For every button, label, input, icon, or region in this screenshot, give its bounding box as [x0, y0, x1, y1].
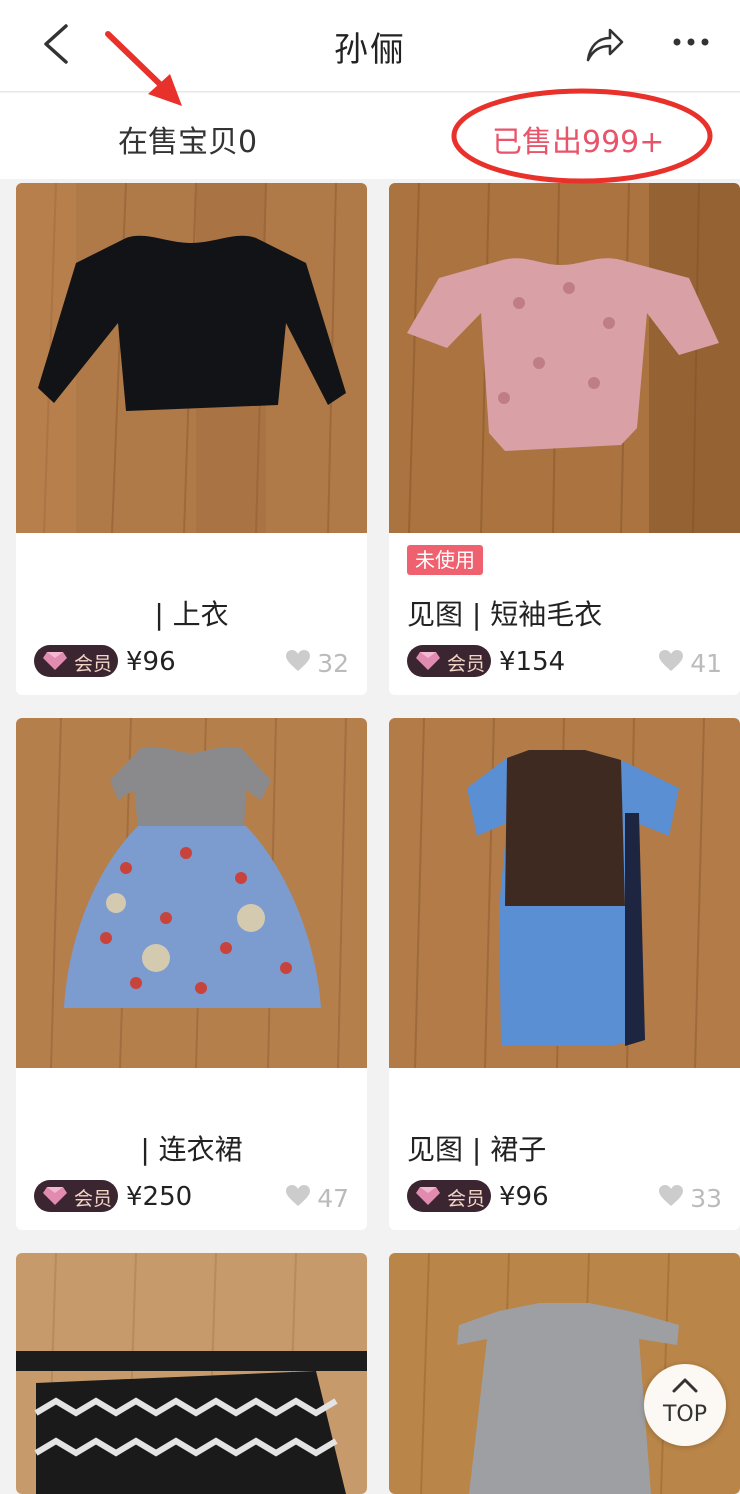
product-title: 见图 | 短袖毛衣 [407, 598, 603, 631]
back-to-top-button[interactable]: TOP [644, 1364, 726, 1446]
vip-label: 会员 [447, 1188, 486, 1210]
diamond-icon [416, 1187, 440, 1205]
unused-badge: 未使用 [407, 545, 483, 575]
product-image[interactable] [16, 1253, 367, 1494]
product-price: ¥96 [499, 1182, 549, 1212]
product-title: 见图 | 裙子 [407, 1133, 547, 1166]
product-card[interactable]: 未使用 见图 | 短袖毛衣 会员 ¥154 41 [389, 183, 740, 695]
product-card[interactable] [16, 1253, 367, 1494]
diamond-icon [43, 1187, 67, 1205]
heart-icon[interactable] [285, 649, 311, 673]
product-title: | 连衣裙 [140, 1133, 243, 1166]
vip-badge: 会员 [34, 645, 118, 677]
vip-badge: 会员 [34, 1180, 118, 1212]
vip-badge: 会员 [407, 1180, 491, 1212]
product-title: | 上衣 [154, 598, 229, 631]
diamond-icon [43, 652, 67, 670]
tab-sold[interactable]: 已售出999+ [492, 117, 664, 161]
product-price: ¥154 [499, 647, 566, 677]
product-card[interactable]: | 上衣 会员 ¥96 32 [16, 183, 367, 695]
vip-label: 会员 [447, 653, 486, 675]
more-icon[interactable] [668, 22, 714, 66]
product-card[interactable]: 见图 | 裙子 会员 ¥96 33 [389, 718, 740, 1230]
like-count: 33 [690, 1184, 722, 1213]
tab-on-sale[interactable]: 在售宝贝0 [118, 117, 257, 161]
chevron-up-icon [672, 1378, 698, 1393]
like-count: 41 [690, 649, 722, 678]
product-price: ¥250 [126, 1182, 193, 1212]
tab-bar: 在售宝贝0 已售出999+ [0, 93, 740, 179]
product-image[interactable] [16, 718, 367, 1068]
heart-icon[interactable] [658, 649, 684, 673]
product-image[interactable] [389, 183, 740, 533]
heart-icon[interactable] [285, 1184, 311, 1208]
page-title: 孙俪 [334, 30, 406, 70]
diamond-icon [416, 652, 440, 670]
back-to-top-label: TOP [662, 1402, 708, 1427]
vip-badge: 会员 [407, 645, 491, 677]
share-icon[interactable] [582, 22, 626, 66]
heart-icon[interactable] [658, 1184, 684, 1208]
product-image[interactable] [389, 718, 740, 1068]
product-price: ¥96 [126, 647, 176, 677]
navigation-bar: 孙俪 [0, 0, 740, 92]
like-count: 47 [317, 1184, 349, 1213]
vip-label: 会员 [74, 1188, 113, 1210]
product-image[interactable] [16, 183, 367, 533]
like-count: 32 [317, 649, 349, 678]
product-card[interactable]: | 连衣裙 会员 ¥250 47 [16, 718, 367, 1230]
vip-label: 会员 [74, 653, 113, 675]
